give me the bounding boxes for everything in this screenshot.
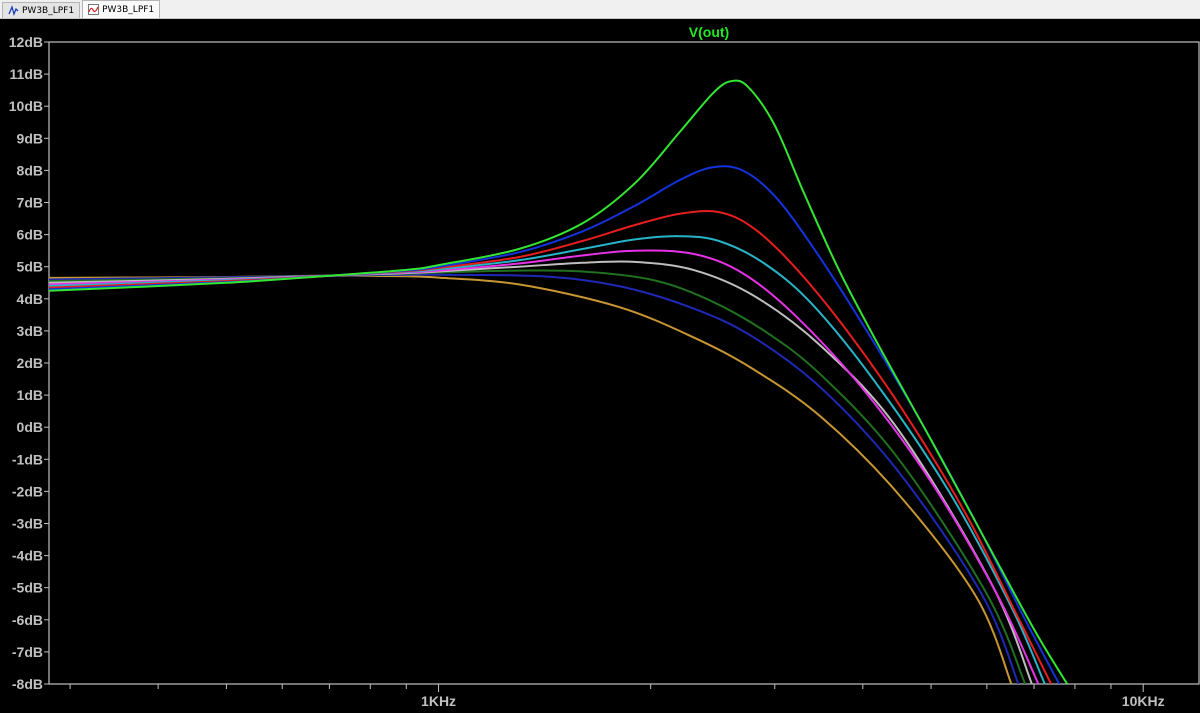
window-tab-bar: PW3B_LPF1 PW3B_LPF1 xyxy=(0,0,1200,19)
x-tick-label: 10KHz xyxy=(1122,693,1165,709)
trace-8 xyxy=(49,165,1061,684)
trace-7 xyxy=(49,209,1052,684)
y-tick-label: 1dB xyxy=(17,387,43,403)
x-tick-label: 1KHz xyxy=(421,693,456,709)
bode-plot[interactable]: V(out) 12dB 11dB 10dB 9dB 8dB 7dB 6dB 5dB 4dB 3dB… xyxy=(0,19,1200,713)
y-tick-label: 12dB xyxy=(9,34,43,50)
schematic-icon xyxy=(8,5,19,16)
y-tick-label: -4dB xyxy=(12,548,43,564)
y-tick-label: -1dB xyxy=(12,451,43,467)
y-tick-label: 11dB xyxy=(10,66,43,82)
tab-waveform[interactable]: PW3B_LPF1 xyxy=(82,0,161,18)
tab-label: PW3B_LPF1 xyxy=(22,5,75,16)
trace-9 xyxy=(49,79,1069,684)
plot-frame xyxy=(48,41,1200,685)
trace-1 xyxy=(49,274,1013,684)
y-tick-label: 9dB xyxy=(17,130,43,146)
y-tick-label: 10dB xyxy=(9,98,43,114)
trace-6 xyxy=(49,235,1046,684)
trace-3 xyxy=(49,269,1027,684)
x-axis-ticks: 1KHz 10KHz xyxy=(69,684,1165,709)
tab-schematic[interactable]: PW3B_LPF1 xyxy=(2,2,81,18)
trace-4 xyxy=(49,260,1033,684)
y-tick-label: -6dB xyxy=(12,612,43,628)
waveform-icon xyxy=(88,4,100,15)
y-tick-label: -3dB xyxy=(12,516,43,532)
y-tick-label: -2dB xyxy=(12,483,43,499)
y-tick-label: 7dB xyxy=(17,195,43,211)
y-tick-label: -5dB xyxy=(12,580,43,596)
y-tick-label: -7dB xyxy=(12,644,43,660)
y-tick-label: -8dB xyxy=(12,676,43,692)
tab-label: PW3B_LPF1 xyxy=(102,4,155,15)
trace-5 xyxy=(49,249,1040,684)
y-tick-label: 2dB xyxy=(17,355,43,371)
y-tick-label: 8dB xyxy=(17,162,43,178)
y-tick-label: 0dB xyxy=(17,419,43,435)
y-tick-label: 3dB xyxy=(17,323,43,339)
plot-axes xyxy=(48,41,1200,685)
y-tick-label: 4dB xyxy=(17,291,43,307)
y-axis-ticks: 12dB 11dB 10dB 9dB 8dB 7dB 6dB 5dB 4dB 3dB 2dB 1dB 0… xyxy=(9,34,49,692)
chart-title[interactable]: V(out) xyxy=(689,24,729,40)
traces xyxy=(49,79,1069,684)
y-tick-label: 5dB xyxy=(17,259,43,275)
y-tick-label: 6dB xyxy=(17,227,43,243)
